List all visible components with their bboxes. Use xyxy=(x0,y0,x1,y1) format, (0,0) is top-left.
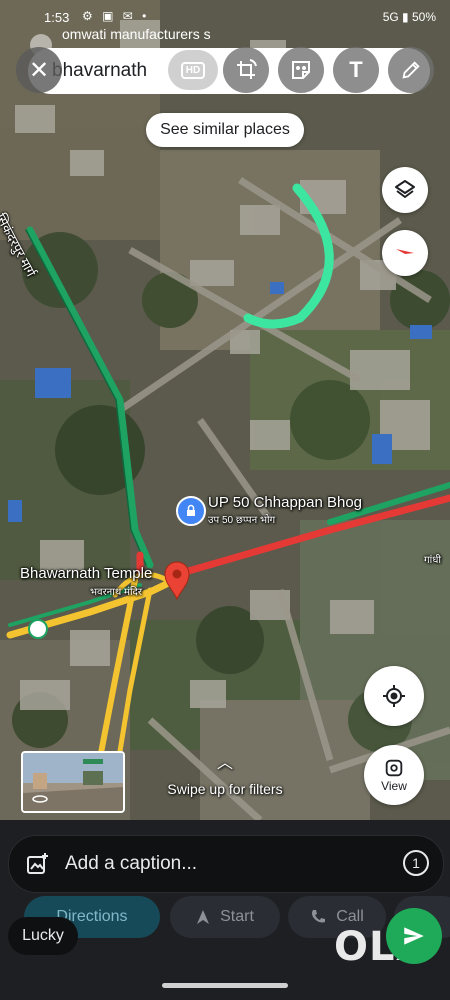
right-edge-label: गांधी xyxy=(424,555,441,566)
view-once-button[interactable]: 1 xyxy=(403,850,429,876)
map-pin-icon xyxy=(164,561,190,601)
send-icon xyxy=(404,927,424,945)
rotate-360-icon xyxy=(32,795,48,803)
close-editor-button[interactable]: ✕ xyxy=(16,47,62,93)
gesture-nav-handle[interactable] xyxy=(162,983,288,988)
transit-marker-icon[interactable] xyxy=(28,619,48,639)
temple-name-hindi-label: भवरनाथ मंदिर xyxy=(90,587,142,598)
swipe-up-hint[interactable]: ︿ Swipe up for filters xyxy=(150,755,300,798)
start-label: Start xyxy=(220,908,254,925)
compass-button[interactable] xyxy=(382,230,428,276)
temple-name-label[interactable]: Bhawarnath Temple xyxy=(20,565,152,582)
sticker-button[interactable] xyxy=(278,47,324,93)
place-name-label[interactable]: UP 50 Chhappan Bhog xyxy=(208,494,362,511)
background-place-subtitle: omwati manufacturers s xyxy=(62,26,211,42)
text-tool-button[interactable]: T xyxy=(333,47,379,93)
see-similar-places-button[interactable]: See similar places xyxy=(146,113,304,147)
shop-place-icon[interactable] xyxy=(176,496,206,526)
selected-location-pin[interactable] xyxy=(163,560,191,601)
lock-shop-icon xyxy=(187,504,195,516)
caption-placeholder[interactable]: Add a caption... xyxy=(65,853,197,875)
draw-pencil-button[interactable] xyxy=(388,47,434,93)
street-view-button[interactable]: View xyxy=(364,745,424,805)
crop-rotate-button[interactable] xyxy=(223,47,269,93)
status-notification-icons: ⚙ ▣ ✉ • xyxy=(82,9,150,23)
view-once-icon: 1 xyxy=(412,855,420,871)
search-query-text[interactable]: bhavarnath xyxy=(52,60,147,82)
status-right-indicators: 5G ▮ 50% xyxy=(382,10,436,24)
recipient-chip[interactable]: Lucky xyxy=(8,917,78,955)
crop-rotate-icon xyxy=(237,59,257,79)
hd-icon: HD xyxy=(180,61,206,79)
swipe-hint-label: Swipe up for filters xyxy=(167,781,283,797)
hd-quality-button[interactable]: HD xyxy=(168,50,218,90)
view-label: View xyxy=(381,779,407,793)
my-location-button[interactable] xyxy=(364,666,424,726)
crosshair-location-icon xyxy=(383,685,405,707)
street-view-thumbnail[interactable] xyxy=(21,751,125,813)
add-media-icon[interactable] xyxy=(25,852,49,876)
caption-input[interactable]: Add a caption... 1 xyxy=(8,835,444,893)
text-tool-icon: T xyxy=(349,57,363,82)
compass-icon xyxy=(396,249,414,259)
chevron-up-icon: ︿ xyxy=(216,755,233,772)
phone-icon xyxy=(312,910,326,923)
place-name-hindi-label: उप 50 छप्पन भोग xyxy=(208,515,276,526)
pencil-icon xyxy=(402,61,420,79)
map-layers-button[interactable] xyxy=(382,167,428,213)
screenshot: सिकंदरपुर मार्ग UP 50 Chhappan Bhog उप 5… xyxy=(0,0,450,1000)
navigation-arrow-icon xyxy=(197,910,210,924)
sticker-icon xyxy=(292,61,310,79)
start-navigation-button[interactable]: Start xyxy=(170,896,280,938)
send-button[interactable] xyxy=(386,908,442,964)
layers-icon xyxy=(395,180,415,198)
close-icon: ✕ xyxy=(28,56,50,84)
rotate-camera-icon xyxy=(385,759,403,777)
status-time: 1:53 xyxy=(44,10,70,25)
